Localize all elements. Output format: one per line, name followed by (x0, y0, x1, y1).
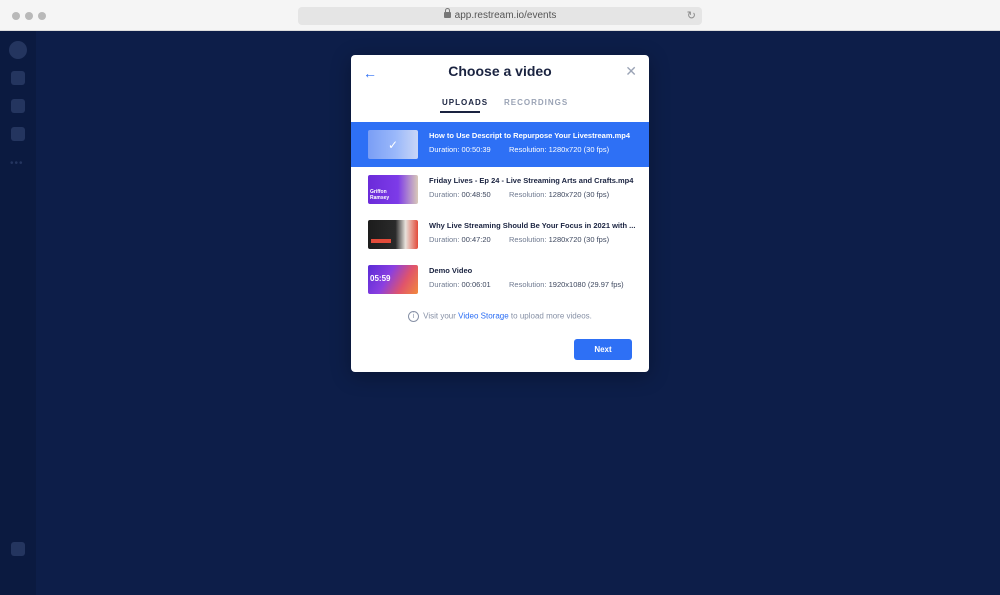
window-close-dot[interactable] (12, 12, 20, 20)
video-name: Demo Video (429, 266, 473, 275)
tab-recordings[interactable]: RECORDINGS (504, 98, 568, 107)
video-item-demo-video[interactable]: 05:59 Demo Video Duration: 00:06:01 Reso… (351, 257, 649, 302)
video-resolution: Resolution: 1280x720 (30 fps) (509, 235, 610, 244)
url-text: app.restream.io/events (454, 10, 557, 21)
next-button[interactable]: Next (574, 339, 632, 360)
video-storage-link[interactable]: Video Storage (458, 312, 509, 321)
video-item-friday-lives[interactable]: Griffon Ramsey Friday Lives - Ep 24 - Li… (351, 167, 649, 212)
window-minimize-dot[interactable] (25, 12, 33, 20)
video-thumbnail (368, 220, 418, 249)
sidebar (0, 31, 36, 595)
thumbnail-banner (371, 239, 391, 243)
video-thumbnail: 05:59 (368, 265, 418, 294)
video-duration: Duration: 00:06:01 (429, 280, 491, 289)
video-resolution: Resolution: 1280x720 (30 fps) (509, 145, 610, 154)
video-storage-hint: i Visit your Video Storage to upload more… (351, 311, 649, 322)
cloud-icon[interactable] (11, 127, 25, 141)
more-icon[interactable]: ••• (10, 158, 24, 169)
video-item-descript[interactable]: ✓ How to Use Descript to Repurpose Your … (351, 122, 649, 167)
video-name: How to Use Descript to Repurpose Your Li… (429, 131, 631, 140)
video-resolution: Resolution: 1920x1080 (29.97 fps) (509, 280, 624, 289)
choose-video-modal: ← Choose a video ✕ UPLOADS RECORDINGS ✓ … (351, 55, 649, 372)
video-duration: Duration: 00:47:20 (429, 235, 491, 244)
video-name: Friday Lives - Ep 24 - Live Streaming Ar… (429, 176, 634, 185)
browser-toolbar: app.restream.io/events ↻ (0, 0, 1000, 31)
video-duration: Duration: 00:50:39 (429, 145, 491, 154)
video-duration: Duration: 00:48:50 (429, 190, 491, 199)
video-name: Why Live Streaming Should Be Your Focus … (429, 221, 636, 230)
modal-title: Choose a video (448, 63, 552, 79)
tab-uploads[interactable]: UPLOADS (442, 98, 488, 107)
close-icon[interactable]: ✕ (625, 63, 637, 80)
info-icon: i (408, 311, 420, 322)
dashboard-icon[interactable] (11, 71, 25, 85)
thumbnail-caption: Griffon Ramsey (370, 189, 390, 201)
active-tab-indicator (440, 111, 480, 113)
video-thumbnail: Griffon Ramsey (368, 175, 418, 204)
video-item-why-live-streaming[interactable]: Why Live Streaming Should Be Your Focus … (351, 212, 649, 257)
window-zoom-dot[interactable] (38, 12, 46, 20)
video-resolution: Resolution: 1280x720 (30 fps) (509, 190, 610, 199)
logo-icon[interactable] (9, 41, 27, 59)
gift-icon[interactable] (11, 542, 25, 556)
studio-icon[interactable] (11, 99, 25, 113)
lock-icon (443, 8, 451, 18)
thumbnail-caption: 05:59 (370, 274, 391, 283)
reload-icon[interactable]: ↻ (687, 9, 696, 22)
check-icon: ✓ (388, 138, 399, 152)
address-bar[interactable]: app.restream.io/events ↻ (298, 7, 702, 25)
video-thumbnail: ✓ (368, 130, 418, 159)
